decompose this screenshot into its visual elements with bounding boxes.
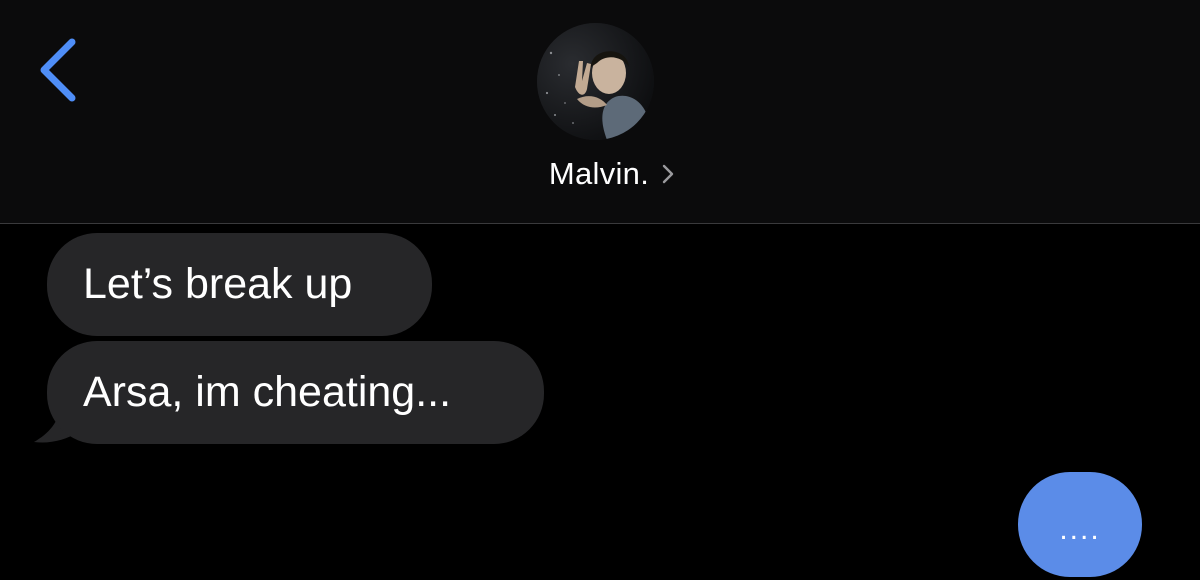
contact-photo bbox=[537, 23, 654, 140]
chevron-right-icon bbox=[662, 164, 674, 184]
conversation-header: Malvin. bbox=[0, 0, 1200, 224]
chevron-left-icon bbox=[40, 38, 76, 102]
contact-name-row[interactable]: Malvin. bbox=[0, 150, 1200, 198]
message-text: Arsa, im cheating... bbox=[83, 368, 452, 416]
typing-dots: .... bbox=[1059, 512, 1101, 546]
message-thread[interactable]: Let’s break up Arsa, im cheating... .... bbox=[0, 224, 1200, 580]
message-text: Let’s break up bbox=[83, 260, 353, 308]
avatar[interactable] bbox=[537, 23, 654, 140]
typing-indicator: .... bbox=[1018, 472, 1142, 577]
contact-name: Malvin. bbox=[548, 156, 650, 191]
incoming-message-bubble[interactable]: Arsa, im cheating... bbox=[47, 341, 544, 444]
incoming-message-bubble[interactable]: Let’s break up bbox=[47, 233, 432, 336]
back-button[interactable] bbox=[30, 30, 90, 110]
